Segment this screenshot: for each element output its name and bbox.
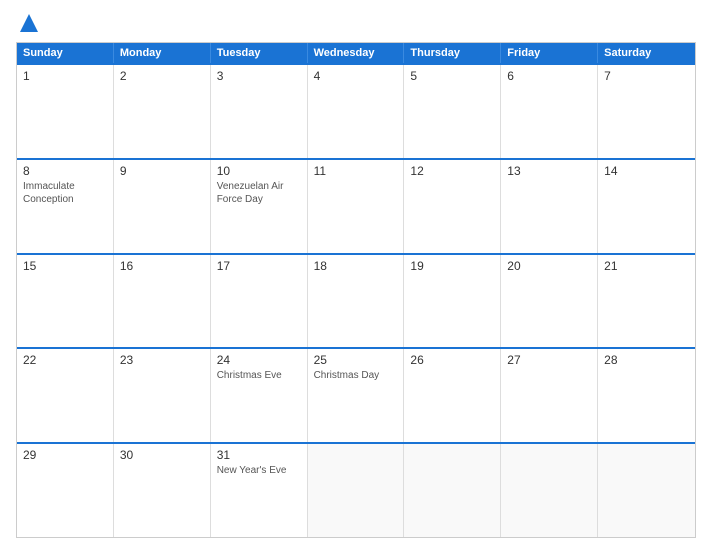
calendar-cell: 30 [114, 444, 211, 537]
day-number: 27 [507, 353, 591, 367]
day-number: 21 [604, 259, 689, 273]
calendar-week-2: 8 Immaculate Conception 9 10 Venezuelan Air … [17, 158, 695, 253]
calendar-cell: 3 [211, 65, 308, 158]
day-number: 14 [604, 164, 689, 178]
calendar-event: Immaculate Conception [23, 180, 107, 206]
calendar-cell [598, 444, 695, 537]
day-number: 11 [314, 164, 398, 178]
day-number: 16 [120, 259, 204, 273]
calendar-cell: 7 [598, 65, 695, 158]
day-number: 31 [217, 448, 301, 462]
calendar-cell: 17 [211, 255, 308, 348]
calendar-cell [308, 444, 405, 537]
calendar-cell: 13 [501, 160, 598, 253]
logo [16, 12, 40, 34]
calendar-week-5: 29 30 31 New Year's Eve [17, 442, 695, 537]
day-number: 1 [23, 69, 107, 83]
calendar-cell: 2 [114, 65, 211, 158]
day-number: 25 [314, 353, 398, 367]
day-number: 10 [217, 164, 301, 178]
calendar-page: SundayMondayTuesdayWednesdayThursdayFrid… [0, 0, 712, 550]
day-number: 20 [507, 259, 591, 273]
day-number: 3 [217, 69, 301, 83]
calendar-event: Venezuelan Air Force Day [217, 180, 301, 206]
calendar-event: Christmas Day [314, 369, 398, 382]
calendar-cell [404, 444, 501, 537]
weekday-header-wednesday: Wednesday [308, 43, 405, 63]
calendar-cell: 29 [17, 444, 114, 537]
calendar-cell: 1 [17, 65, 114, 158]
day-number: 19 [410, 259, 494, 273]
calendar-body: 12345678Immaculate Conception910Venezuel… [17, 63, 695, 537]
weekday-header-saturday: Saturday [598, 43, 695, 63]
calendar-cell: 24 Christmas Eve [211, 349, 308, 442]
day-number: 15 [23, 259, 107, 273]
calendar-cell: 22 [17, 349, 114, 442]
weekday-header-thursday: Thursday [404, 43, 501, 63]
calendar-cell: 11 [308, 160, 405, 253]
day-number: 2 [120, 69, 204, 83]
calendar-cell: 15 [17, 255, 114, 348]
calendar-week-3: 15 16 17 18 19 20 21 [17, 253, 695, 348]
calendar-cell: 18 [308, 255, 405, 348]
day-number: 13 [507, 164, 591, 178]
day-number: 23 [120, 353, 204, 367]
calendar-week-1: 1234567 [17, 63, 695, 158]
calendar-cell: 9 [114, 160, 211, 253]
calendar-cell: 14 [598, 160, 695, 253]
calendar-cell: 16 [114, 255, 211, 348]
calendar-cell: 10 Venezuelan Air Force Day [211, 160, 308, 253]
day-number: 7 [604, 69, 689, 83]
calendar-cell: 12 [404, 160, 501, 253]
day-number: 22 [23, 353, 107, 367]
calendar-cell: 27 [501, 349, 598, 442]
day-number: 28 [604, 353, 689, 367]
calendar-cell: 28 [598, 349, 695, 442]
day-number: 5 [410, 69, 494, 83]
calendar-cell: 20 [501, 255, 598, 348]
day-number: 6 [507, 69, 591, 83]
logo-flag-icon [18, 12, 40, 34]
calendar-cell: 4 [308, 65, 405, 158]
weekday-header-row: SundayMondayTuesdayWednesdayThursdayFrid… [17, 43, 695, 63]
day-number: 18 [314, 259, 398, 273]
calendar-event: Christmas Eve [217, 369, 301, 382]
calendar-cell: 31 New Year's Eve [211, 444, 308, 537]
day-number: 9 [120, 164, 204, 178]
calendar-cell: 5 [404, 65, 501, 158]
calendar-week-4: 22 23 24 Christmas Eve 25 Christmas Day 26 27 28 [17, 347, 695, 442]
calendar-cell: 21 [598, 255, 695, 348]
day-number: 4 [314, 69, 398, 83]
calendar-cell: 26 [404, 349, 501, 442]
calendar-cell: 23 [114, 349, 211, 442]
day-number: 24 [217, 353, 301, 367]
weekday-header-friday: Friday [501, 43, 598, 63]
day-number: 29 [23, 448, 107, 462]
day-number: 30 [120, 448, 204, 462]
calendar-cell: 6 [501, 65, 598, 158]
day-number: 17 [217, 259, 301, 273]
calendar-event: New Year's Eve [217, 464, 301, 477]
weekday-header-monday: Monday [114, 43, 211, 63]
calendar-cell [501, 444, 598, 537]
calendar-cell: 8 Immaculate Conception [17, 160, 114, 253]
calendar-cell: 25 Christmas Day [308, 349, 405, 442]
calendar: SundayMondayTuesdayWednesdayThursdayFrid… [16, 42, 696, 538]
calendar-cell: 19 [404, 255, 501, 348]
day-number: 8 [23, 164, 107, 178]
weekday-header-tuesday: Tuesday [211, 43, 308, 63]
header [16, 12, 696, 34]
day-number: 26 [410, 353, 494, 367]
day-number: 12 [410, 164, 494, 178]
weekday-header-sunday: Sunday [17, 43, 114, 63]
